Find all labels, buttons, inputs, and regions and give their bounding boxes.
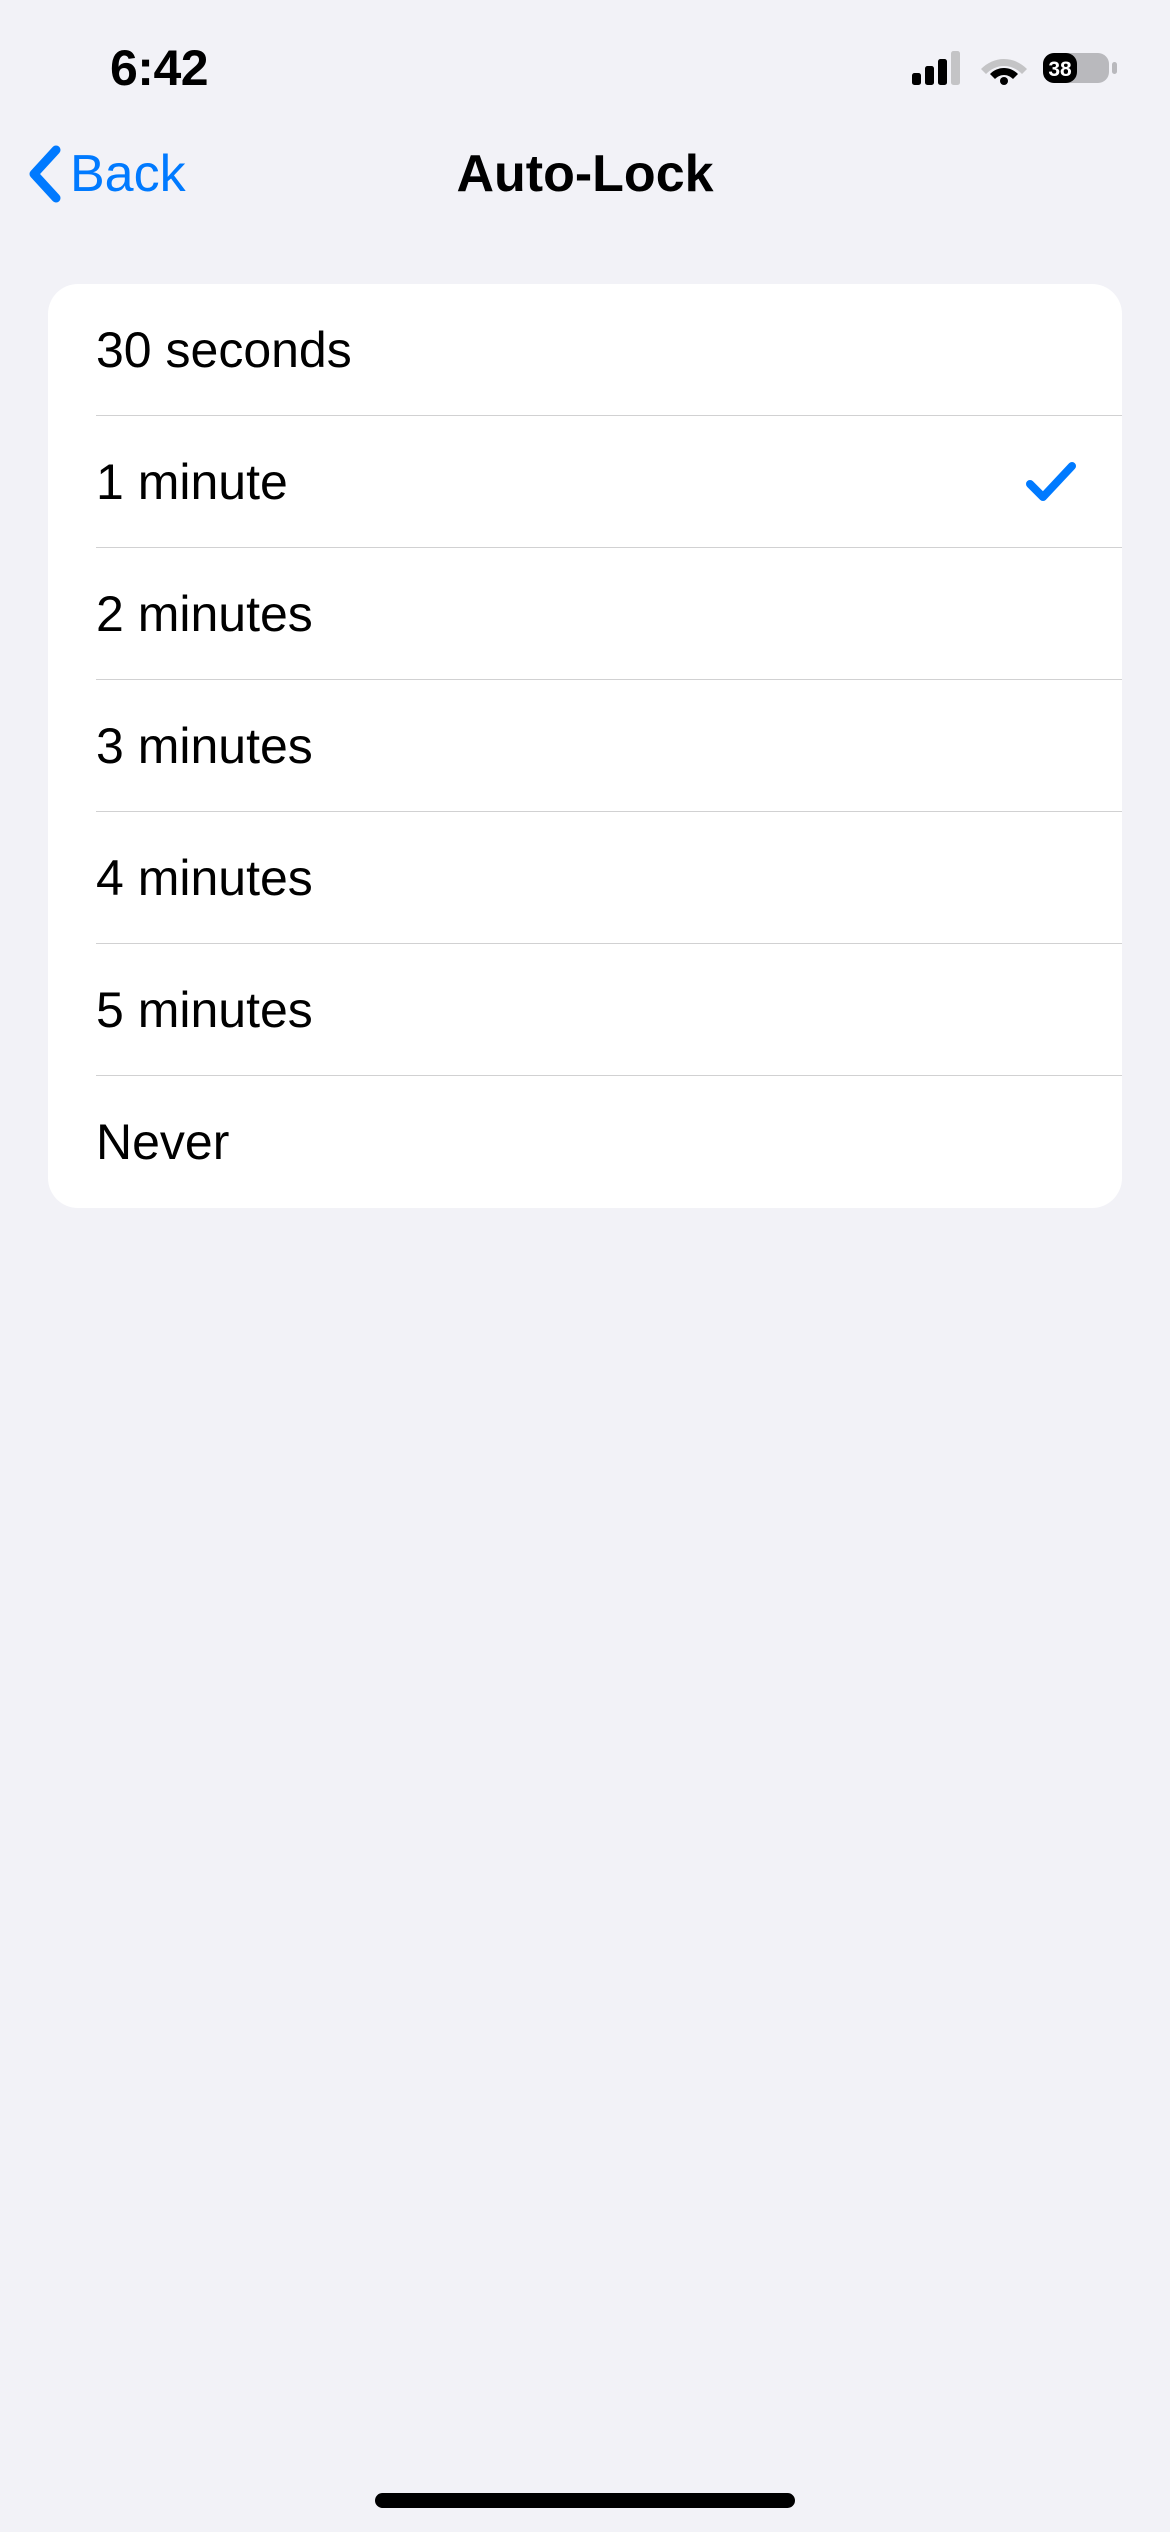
status-time: 6:42 [50,39,208,97]
option-4-minutes[interactable]: 4 minutes [48,812,1122,944]
option-label: 1 minute [96,453,288,511]
nav-bar: Back Auto-Lock [0,110,1170,238]
checkmark-icon [1026,460,1076,504]
cellular-icon [912,51,966,85]
option-label: 4 minutes [96,849,313,907]
wifi-icon [980,51,1028,85]
option-30-seconds[interactable]: 30 seconds [48,284,1122,416]
option-1-minute[interactable]: 1 minute [48,416,1122,548]
option-label: 3 minutes [96,717,313,775]
back-button[interactable]: Back [20,144,186,204]
option-label: 5 minutes [96,981,313,1039]
chevron-left-icon [26,144,64,204]
option-2-minutes[interactable]: 2 minutes [48,548,1122,680]
option-label: 2 minutes [96,585,313,643]
status-indicators: 38 [912,50,1120,86]
option-3-minutes[interactable]: 3 minutes [48,680,1122,812]
option-5-minutes[interactable]: 5 minutes [48,944,1122,1076]
option-never[interactable]: Never [48,1076,1122,1208]
back-label: Back [70,144,186,204]
option-list: 30 seconds 1 minute 2 minutes 3 minutes … [48,284,1122,1208]
option-label: 30 seconds [96,321,352,379]
option-label: Never [96,1113,229,1171]
status-bar: 6:42 38 [0,0,1170,110]
home-indicator[interactable] [375,2493,795,2508]
battery-icon: 38 [1042,50,1120,86]
battery-percent: 38 [1048,58,1072,81]
